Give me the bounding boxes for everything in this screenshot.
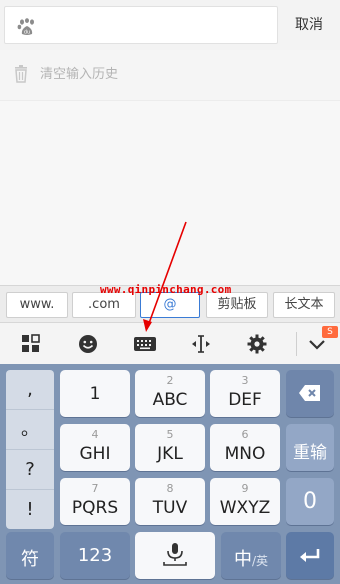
key-3-def[interactable]: 3 DEF	[210, 370, 280, 417]
candidate-www[interactable]: www.	[6, 292, 68, 318]
reinput-key[interactable]: 重输	[286, 424, 334, 471]
backspace-icon	[299, 385, 320, 401]
key-label: WXYZ	[219, 498, 271, 518]
key-digit: 3	[241, 374, 249, 387]
key-9-wxyz[interactable]: 9 WXYZ	[210, 478, 280, 525]
watermark-url: www.qinpinchang.com	[100, 283, 232, 296]
chinese-english-toggle-key[interactable]: 中/英	[221, 532, 281, 579]
key-digit: 7	[91, 482, 99, 495]
reinput-label: 重输	[293, 443, 327, 463]
key-label: ABC	[152, 390, 188, 410]
toolbar-divider	[296, 332, 297, 356]
key-5-jkl[interactable]: 5 JKL	[135, 424, 205, 471]
key-digit: 6	[241, 428, 249, 441]
svg-text:du: du	[24, 30, 30, 36]
key-4-ghi[interactable]: 4 GHI	[60, 424, 130, 471]
microphone-icon	[163, 543, 187, 566]
candidate-long-text[interactable]: 长文本	[273, 292, 335, 318]
number-key-label: 123	[77, 545, 113, 566]
key-8-tuv[interactable]: 8 TUV	[135, 478, 205, 525]
settings-gear-icon[interactable]	[246, 333, 268, 355]
symbol-question[interactable]: ?	[6, 450, 54, 490]
key-label: PQRS	[71, 498, 119, 518]
zero-label: 0	[303, 489, 317, 514]
trash-icon	[15, 65, 27, 83]
emoji-icon[interactable]	[77, 333, 99, 355]
keyboard-toolbar	[0, 322, 340, 366]
symbol-column[interactable]: , 。 ? !	[6, 370, 54, 529]
cursor-move-icon[interactable]	[190, 333, 212, 355]
key-digit: 4	[91, 428, 99, 441]
enter-key[interactable]	[286, 532, 334, 579]
key-digit: 2	[166, 374, 174, 387]
t9-keyboard: , 。 ? ! 1 2 ABC 3 DEF 4 GHI 5 JKL 6 MNO …	[0, 364, 340, 584]
lang-toggle-label: 中/英	[221, 545, 281, 571]
key-digit: 8	[166, 482, 174, 495]
search-bar: du 取消	[0, 0, 340, 50]
clear-history-row[interactable]: 清空输入历史	[0, 50, 340, 101]
baidu-paw-icon: du	[17, 18, 34, 36]
keyboard-icon[interactable]	[133, 333, 157, 355]
key-label: 1	[89, 384, 101, 404]
enter-icon	[300, 549, 320, 562]
key-digit: 5	[166, 428, 174, 441]
key-6-mno[interactable]: 6 MNO	[210, 424, 280, 471]
backspace-key[interactable]	[286, 370, 334, 417]
symbol-key[interactable]: 符	[6, 532, 54, 579]
clear-history-label: 清空输入历史	[40, 67, 119, 82]
symbol-comma[interactable]: ,	[6, 370, 54, 410]
key-label: TUV	[152, 498, 188, 518]
key-label: MNO	[224, 444, 266, 464]
key-0[interactable]: 0	[286, 478, 334, 525]
search-input[interactable]: du	[4, 6, 278, 44]
key-label: DEF	[228, 390, 262, 410]
key-digit: 9	[241, 482, 249, 495]
space-voice-key[interactable]	[135, 532, 215, 579]
sogou-logo-badge: S	[322, 326, 338, 338]
cancel-button[interactable]: 取消	[286, 14, 332, 36]
symbol-exclaim[interactable]: !	[6, 490, 54, 529]
number-key[interactable]: 123	[60, 532, 130, 579]
empty-content-area	[0, 101, 340, 285]
symbol-key-label: 符	[21, 549, 39, 570]
lang-sub: /英	[251, 554, 269, 568]
symbol-period[interactable]: 。	[6, 410, 54, 450]
key-2-abc[interactable]: 2 ABC	[135, 370, 205, 417]
lang-main: 中	[233, 549, 252, 570]
apps-grid-icon[interactable]	[20, 333, 42, 355]
key-label: GHI	[79, 444, 111, 464]
key-7-pqrs[interactable]: 7 PQRS	[60, 478, 130, 525]
key-1[interactable]: 1	[60, 370, 130, 417]
key-label: JKL	[157, 444, 183, 464]
